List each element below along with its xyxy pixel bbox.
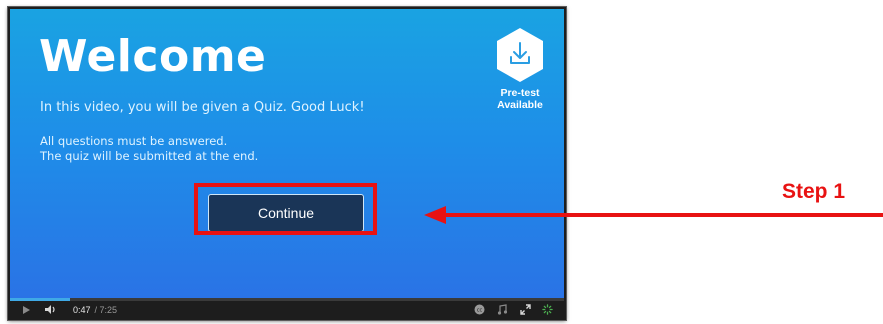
video-screen: Welcome In this video, you will be given… [10,9,564,298]
step-label: Step 1 [782,180,846,203]
rule-text-answer: All questions must be answered. [40,134,228,148]
total-time: / 7:25 [94,304,118,315]
fullscreen-button[interactable] [520,303,531,316]
loading-indicator [542,303,553,316]
play-icon [23,305,30,314]
intro-text: In this video, you will be given a Quiz.… [40,100,365,115]
music-button[interactable] [497,303,507,316]
page-title: Welcome [39,31,267,82]
captions-icon: cc [474,304,485,315]
download-icon[interactable] [495,27,545,83]
time-display: 0:47 / 7:25 [73,303,117,316]
volume-button[interactable] [44,303,58,316]
svg-text:cc: cc [477,308,483,314]
pointer-arrow [424,206,883,224]
continue-button[interactable]: Continue [208,194,364,232]
captions-button[interactable]: cc [474,303,485,316]
current-time: 0:47 [73,304,91,315]
pretest-label: Pre-test Available [484,87,556,111]
volume-icon [45,305,55,314]
play-button[interactable] [22,303,31,316]
music-icon [497,304,507,315]
player-controls: 0:47 / 7:25 cc [10,301,564,318]
rule-text-submit: The quiz will be submitted at the end. [40,149,259,163]
pretest-label-line1: Pre-test [500,87,540,99]
fullscreen-icon [520,304,531,315]
video-player: Welcome In this video, you will be given… [8,7,566,320]
pretest-label-line2: Available [497,99,543,111]
loading-icon [542,304,553,315]
